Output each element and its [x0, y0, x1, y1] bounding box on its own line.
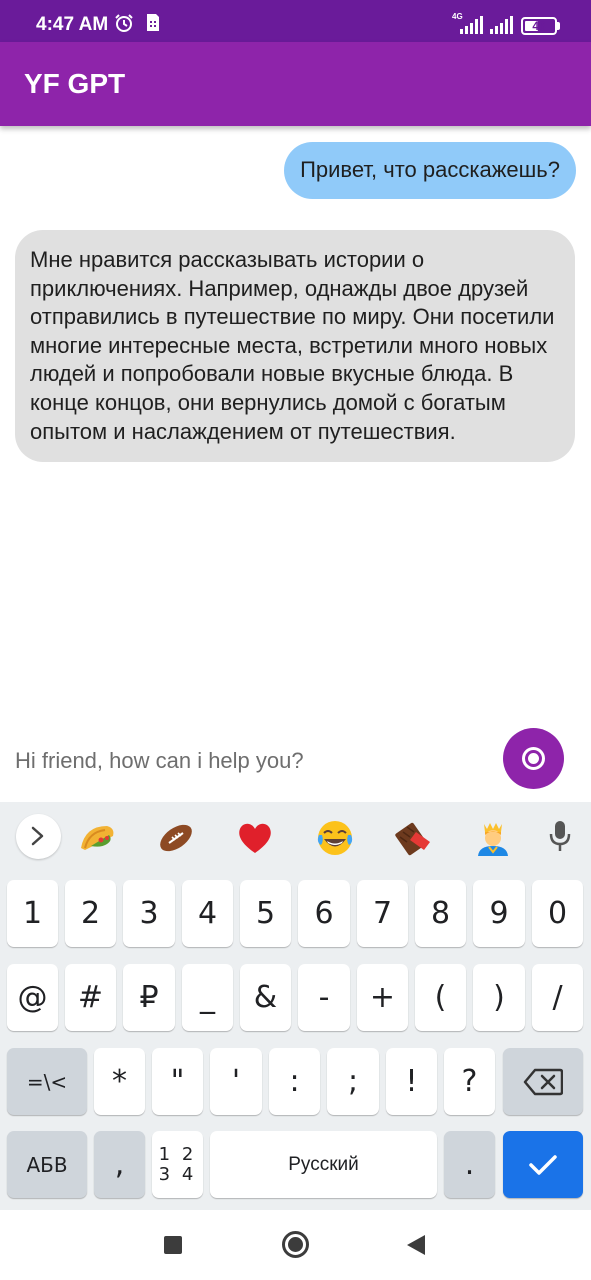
key[interactable]: 9 [473, 880, 525, 947]
user-message: Привет, что расскажешь? [284, 142, 576, 199]
chocolate-bar-emoji-icon[interactable] [394, 818, 434, 858]
numpad-key[interactable]: 1 2 3 4 [152, 1131, 203, 1198]
prince-emoji-icon[interactable] [473, 818, 513, 858]
key[interactable]: 6 [298, 880, 350, 947]
enter-key[interactable] [503, 1131, 583, 1198]
key[interactable]: & [240, 964, 291, 1031]
key[interactable]: 7 [357, 880, 408, 947]
record-dot-icon [528, 753, 539, 764]
voice-send-button[interactable] [503, 728, 564, 789]
sim-card-icon [147, 14, 159, 31]
key[interactable]: _ [182, 964, 233, 1031]
key[interactable]: ( [415, 964, 466, 1031]
period-key[interactable]: . [444, 1131, 495, 1198]
key[interactable]: : [269, 1048, 320, 1115]
numpad-bottom: 3 4 [158, 1163, 197, 1185]
checkmark-icon [529, 1154, 557, 1175]
numpad-top: 1 2 [158, 1143, 197, 1165]
chevron-right-icon [31, 826, 44, 846]
key[interactable]: 4 [182, 880, 233, 947]
alarm-icon [115, 14, 133, 32]
status-bar: 4:47 AM 4G 46 [0, 0, 591, 42]
keyboard: 1 2 3 4 5 6 7 8 9 0 @ # ₽ _ & - + ( ) / … [0, 802, 591, 1210]
key[interactable]: 2 [65, 880, 116, 947]
input-row [0, 726, 591, 802]
american-football-emoji-icon[interactable] [156, 818, 196, 858]
red-heart-emoji-icon[interactable] [235, 818, 275, 858]
alphabet-key[interactable]: АБВ [7, 1131, 87, 1198]
key[interactable]: @ [7, 964, 58, 1031]
backspace-icon [523, 1068, 563, 1095]
key[interactable]: / [532, 964, 583, 1031]
microphone-icon[interactable] [549, 820, 571, 852]
message-input[interactable] [15, 744, 485, 778]
space-key[interactable]: Русский [210, 1131, 437, 1198]
backspace-key[interactable] [503, 1048, 583, 1115]
comma-key[interactable]: , [94, 1131, 145, 1198]
key[interactable]: 3 [123, 880, 175, 947]
bot-message: Мне нравится рассказывать истории о прик… [15, 230, 575, 463]
signal-icon [490, 16, 513, 34]
home-button[interactable] [282, 1231, 309, 1258]
numpad-label: 1 2 3 4 [158, 1143, 197, 1185]
battery-tip [557, 22, 560, 30]
key[interactable]: 8 [415, 880, 466, 947]
battery-percent: 46 [532, 19, 546, 33]
status-time: 4:47 AM [36, 14, 109, 35]
key[interactable]: * [94, 1048, 145, 1115]
key[interactable]: " [152, 1048, 203, 1115]
key[interactable]: - [298, 964, 350, 1031]
recents-button[interactable] [164, 1236, 182, 1254]
key[interactable]: # [65, 964, 116, 1031]
taco-emoji-icon[interactable] [77, 818, 117, 858]
battery-icon: 46 [521, 17, 557, 35]
key[interactable]: ₽ [123, 964, 175, 1031]
navigation-bar [0, 1210, 591, 1280]
key[interactable]: 0 [532, 880, 583, 947]
signal-icon [460, 16, 483, 34]
key[interactable]: 1 [7, 880, 58, 947]
emoji-expand-button[interactable] [16, 814, 61, 859]
key[interactable]: ? [444, 1048, 495, 1115]
back-button[interactable] [406, 1234, 426, 1256]
app-title: YF GPT [24, 68, 126, 99]
chat-area[interactable]: Привет, что расскажешь? Мне нравится рас… [0, 126, 591, 726]
key[interactable]: ; [327, 1048, 379, 1115]
key[interactable]: ! [386, 1048, 437, 1115]
key[interactable]: ) [473, 964, 525, 1031]
key[interactable]: ' [210, 1048, 262, 1115]
emoji-suggestion-bar [0, 802, 591, 872]
key[interactable]: + [357, 964, 408, 1031]
key[interactable]: 5 [240, 880, 291, 947]
face-with-tears-of-joy-emoji-icon[interactable] [315, 818, 355, 858]
symbols-page-key[interactable]: =\< [7, 1048, 87, 1115]
app-bar: YF GPT [0, 42, 591, 126]
